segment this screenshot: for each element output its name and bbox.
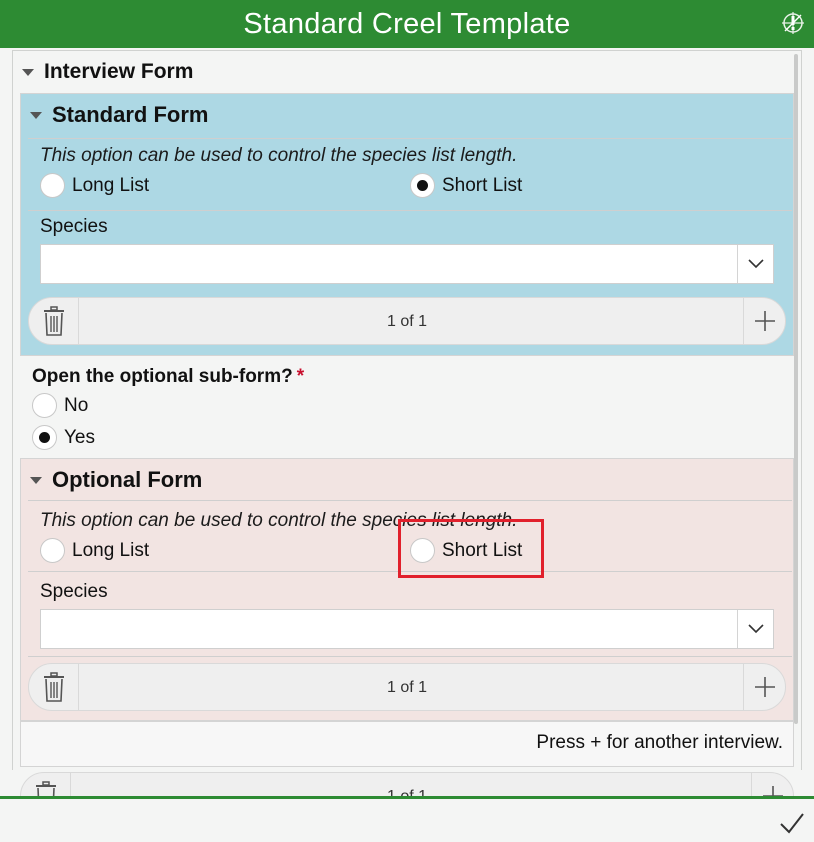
- optional-question-label: Open the optional sub-form? *: [32, 366, 304, 388]
- standard-repeat-pager: 1 of 1: [28, 297, 786, 345]
- collapse-triangle-icon: [30, 111, 42, 119]
- standard-species-label: Species: [40, 216, 108, 237]
- question-text: Open the optional sub-form?: [32, 366, 293, 387]
- standard-form-title: Standard Form: [52, 102, 209, 127]
- radio-circle[interactable]: [410, 538, 435, 563]
- divider: [28, 656, 792, 657]
- divider: [28, 138, 792, 139]
- radio-label: Short List: [442, 539, 523, 561]
- interview-form-title: Interview Form: [44, 60, 194, 83]
- collapse-triangle-icon: [30, 476, 42, 484]
- radio-circle[interactable]: [40, 538, 65, 563]
- divider: [28, 500, 792, 501]
- divider: [28, 571, 792, 572]
- optional-radio-yes[interactable]: Yes: [32, 425, 95, 450]
- form-scroll-area[interactable]: Interview Form Standard Form This option…: [12, 50, 802, 798]
- plus-icon[interactable]: [743, 664, 785, 710]
- chevron-down-icon[interactable]: [737, 610, 773, 648]
- pager-count: 1 of 1: [386, 679, 428, 696]
- vertical-scrollbar[interactable]: [794, 54, 798, 724]
- bottom-bar: [0, 796, 814, 842]
- radio-circle-selected[interactable]: [32, 425, 57, 450]
- optional-radio-short-list[interactable]: Short List: [410, 538, 522, 563]
- chevron-down-icon[interactable]: [737, 245, 773, 283]
- title-bar: Standard Creel Template: [0, 0, 814, 48]
- app-title: Standard Creel Template: [243, 7, 571, 40]
- plus-icon[interactable]: [743, 298, 785, 344]
- plus-icon[interactable]: [751, 773, 793, 798]
- optional-radio-no[interactable]: No: [32, 393, 88, 418]
- radio-label: Long List: [72, 539, 150, 561]
- standard-hint-text: This option can be used to control the s…: [40, 145, 518, 166]
- note-text: Press + for another interview.: [536, 732, 783, 753]
- radio-label: No: [64, 394, 89, 416]
- checkmark-icon[interactable]: [778, 809, 806, 837]
- optional-hint-text: This option can be used to control the s…: [40, 510, 518, 531]
- interview-form-header[interactable]: Interview Form: [22, 60, 193, 84]
- optional-radio-long-list[interactable]: Long List: [40, 538, 149, 563]
- interview-repeat-pager: 1 of 1: [20, 772, 794, 798]
- pager-count: 1 of 1: [386, 313, 428, 330]
- radio-label: Short List: [442, 174, 523, 196]
- radio-circle-selected[interactable]: [410, 173, 435, 198]
- radio-circle[interactable]: [32, 393, 57, 418]
- standard-form-header[interactable]: Standard Form: [30, 102, 208, 128]
- optional-species-select[interactable]: [40, 609, 774, 649]
- optional-repeat-pager: 1 of 1: [28, 663, 786, 711]
- standard-species-select[interactable]: [40, 244, 774, 284]
- radio-label: Yes: [64, 426, 95, 448]
- radio-label: Long List: [72, 174, 150, 196]
- another-interview-note: Press + for another interview.: [20, 721, 794, 767]
- divider: [28, 210, 792, 211]
- standard-radio-short-list[interactable]: Short List: [410, 173, 522, 198]
- optional-species-label: Species: [40, 581, 108, 602]
- optional-form-title: Optional Form: [52, 467, 203, 492]
- required-mark: *: [296, 366, 305, 387]
- standard-radio-long-list[interactable]: Long List: [40, 173, 149, 198]
- gps-warning-icon[interactable]: [780, 10, 806, 36]
- radio-circle[interactable]: [40, 173, 65, 198]
- collapse-triangle-icon: [22, 68, 34, 76]
- optional-form-header[interactable]: Optional Form: [30, 467, 202, 493]
